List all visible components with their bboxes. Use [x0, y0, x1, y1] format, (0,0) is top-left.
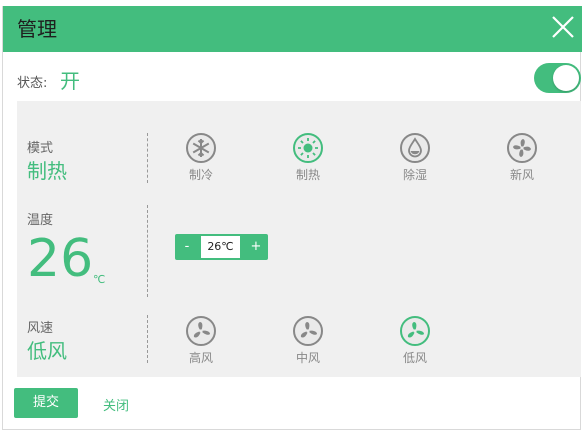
mode-value: 制热: [27, 159, 67, 183]
fan-option-label: 高风: [188, 351, 213, 365]
fan-speed-value: 低风: [27, 339, 67, 363]
mode-option-fresh-air[interactable]: 新风: [492, 133, 552, 182]
fan-option-low[interactable]: 低风: [385, 316, 445, 365]
mode-label: 模式: [27, 141, 54, 156]
sun-icon: [293, 133, 323, 163]
mode-option-label: 制热: [295, 168, 320, 182]
temperature-unit: ℃: [93, 273, 106, 286]
dialog-title: 管理: [17, 17, 57, 41]
fan-option-label: 低风: [402, 351, 427, 365]
increase-button[interactable]: +: [244, 234, 268, 260]
settings-panel: 模式 制热 制冷 制热 除湿 新风 温度 26 ℃ - 26℃ + 风速 低风 …: [17, 101, 581, 377]
mode-option-cool[interactable]: 制冷: [171, 133, 231, 182]
close-link[interactable]: 关闭: [103, 395, 129, 414]
status-value: 开: [60, 69, 80, 93]
fan-icon: [400, 316, 430, 346]
status-row: 状态: 开: [3, 64, 582, 94]
fan-icon: [186, 316, 216, 346]
toggle-knob: [553, 65, 579, 91]
temperature-stepper: - 26℃ +: [175, 234, 268, 260]
temperature-divider: [147, 205, 148, 297]
manage-dialog: 管理 状态: 开 模式 制热 制冷 制热 除湿 新风 温度 26 ℃ - 26℃…: [2, 6, 582, 430]
mode-option-dehumidify[interactable]: 除湿: [385, 133, 445, 182]
temperature-label: 温度: [27, 213, 54, 228]
fan-icon: [293, 316, 323, 346]
fan-speed-label: 风速: [27, 321, 54, 336]
temperature-input[interactable]: 26℃: [201, 236, 240, 258]
status-label: 状态:: [17, 76, 48, 91]
decrease-button[interactable]: -: [175, 234, 199, 260]
submit-button[interactable]: 提交: [14, 388, 78, 418]
temperature-value: 26: [27, 229, 94, 289]
fan-speed-divider: [147, 315, 148, 363]
mode-option-label: 制冷: [188, 168, 213, 182]
fan-icon: [507, 133, 537, 163]
mode-option-label: 除湿: [402, 168, 427, 182]
fan-option-label: 中风: [295, 351, 320, 365]
close-icon[interactable]: [550, 14, 576, 40]
water-drop-icon: [400, 133, 430, 163]
fan-option-medium[interactable]: 中风: [278, 316, 338, 365]
mode-option-label: 新风: [509, 168, 534, 182]
snowflake-icon: [186, 133, 216, 163]
power-toggle[interactable]: [534, 63, 581, 93]
fan-option-high[interactable]: 高风: [171, 316, 231, 365]
dialog-header: 管理: [3, 6, 582, 52]
mode-divider: [147, 133, 148, 183]
mode-option-heat[interactable]: 制热: [278, 133, 338, 182]
